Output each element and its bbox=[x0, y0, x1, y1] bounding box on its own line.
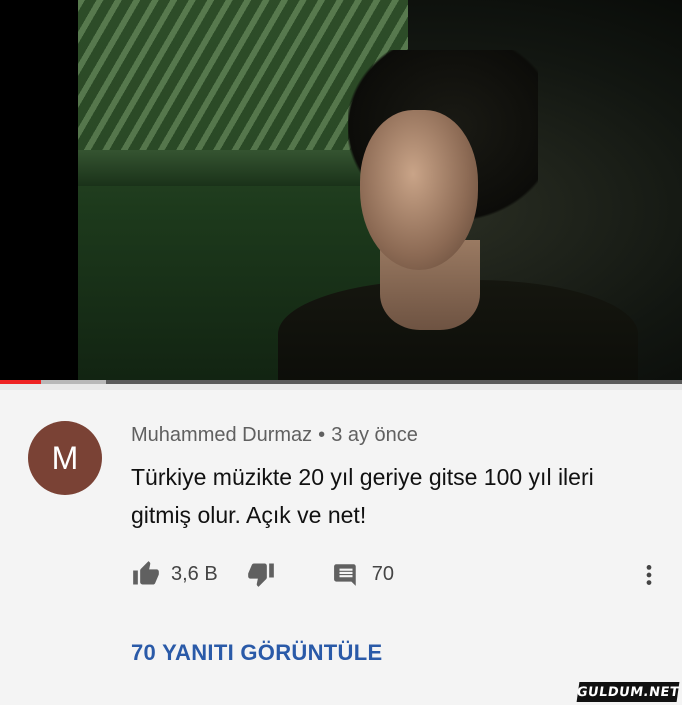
comment-time[interactable]: 3 ay önce bbox=[331, 424, 418, 446]
comment-actions: 3,6 B 70 bbox=[131, 556, 394, 592]
comment-meta: Muhammed Durmaz • 3 ay önce bbox=[131, 424, 418, 447]
thumbs-up-icon[interactable] bbox=[131, 559, 161, 589]
comment-icon[interactable] bbox=[332, 560, 360, 588]
thumbs-down-icon[interactable] bbox=[246, 559, 276, 589]
view-replies-link[interactable]: 70 YANITI GÖRÜNTÜLE bbox=[131, 640, 382, 666]
avatar[interactable]: M bbox=[28, 421, 102, 495]
divider bbox=[0, 384, 682, 390]
meta-separator: • bbox=[318, 424, 326, 446]
video-frame bbox=[78, 0, 682, 380]
watermark-logo: GULDUM.NET bbox=[576, 682, 680, 702]
avatar-letter: M bbox=[51, 439, 79, 476]
comment-text: Türkiye müzikte 20 yıl geriye gitse 100 … bbox=[131, 464, 594, 528]
video-player[interactable] bbox=[0, 0, 682, 380]
more-vertical-icon[interactable] bbox=[636, 560, 662, 590]
like-count: 3,6 B bbox=[171, 562, 218, 585]
comment-author[interactable]: Muhammed Durmaz bbox=[131, 424, 312, 446]
video-person-face bbox=[360, 110, 478, 270]
reply-count: 70 bbox=[371, 562, 394, 585]
